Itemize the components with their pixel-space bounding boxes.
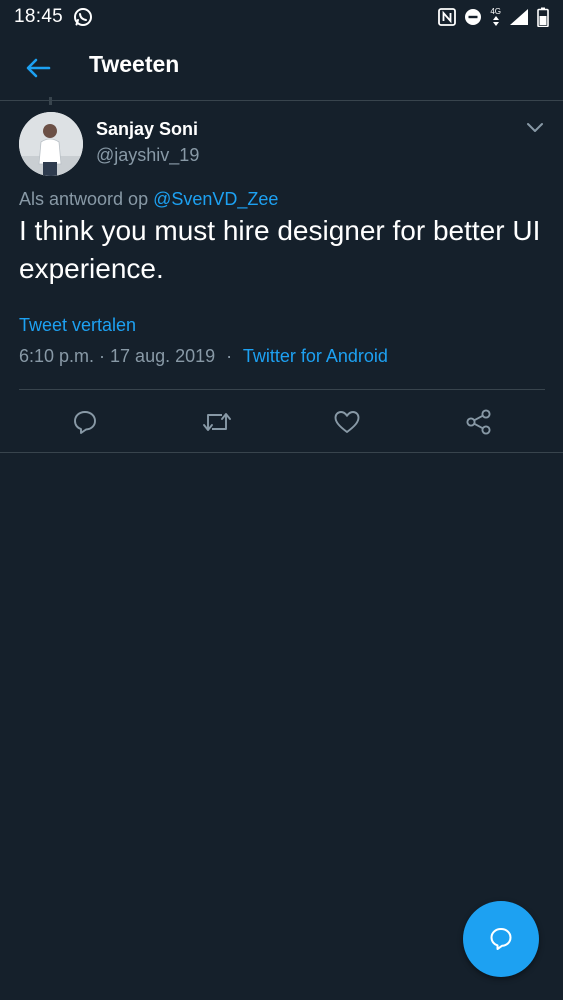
retweet-button[interactable] [200,405,234,439]
share-icon [465,408,493,436]
author-handle[interactable]: @jayshiv_19 [96,145,199,166]
reply-prefix: Als antwoord op [19,189,149,209]
status-time: 18:45 [14,6,64,27]
whatsapp-icon [73,7,93,27]
compose-reply-icon [487,925,515,953]
tweet-detail-screen: 18:45 4G Tweeten Sanjay Soni @jayshiv_19… [0,0,563,1000]
back-button[interactable] [22,52,54,84]
data-arrows-icon: 4G [490,6,501,27]
share-button[interactable] [462,405,496,439]
tweet-text: I think you must hire designer for bette… [19,215,541,284]
header-divider [0,100,563,101]
network-label: 4G [490,6,501,16]
nfc-icon [438,8,457,26]
status-left: 18:45 [14,6,93,28]
tweet-meta: 6:10 p.m. · 17 aug. 2019 · Twitter for A… [19,346,388,367]
signal-icon [509,8,529,26]
tweet-options-button[interactable] [522,114,548,140]
retweet-icon [202,409,232,435]
status-right: 4G [438,7,549,27]
battery-icon [537,7,549,27]
arrow-left-icon [25,57,51,79]
status-bar: 18:45 4G [0,0,563,34]
reply-context: Als antwoord op @SvenVD_Zee [19,189,278,210]
actions-divider [0,452,563,453]
compose-reply-button[interactable] [463,901,539,977]
thread-connector [49,97,52,105]
reply-mention-link[interactable]: @SvenVD_Zee [153,189,278,209]
comment-icon [72,409,98,435]
tweet-source-link[interactable]: Twitter for Android [243,346,388,366]
avatar-photo [19,112,83,176]
reply-button[interactable] [68,405,102,439]
meta-separator: · [226,346,233,366]
chevron-down-icon [526,121,544,133]
heart-icon [333,409,361,435]
like-button[interactable] [330,405,364,439]
translate-tweet-link[interactable]: Tweet vertalen [19,315,136,336]
do-not-disturb-icon [464,8,482,26]
page-title: Tweeten [89,51,180,77]
author-name[interactable]: Sanjay Soni [96,119,198,140]
app-header: Tweeten [0,34,563,100]
meta-divider [19,389,545,390]
tweet-timestamp: 6:10 p.m. · 17 aug. 2019 [19,346,216,366]
avatar[interactable] [19,112,83,176]
